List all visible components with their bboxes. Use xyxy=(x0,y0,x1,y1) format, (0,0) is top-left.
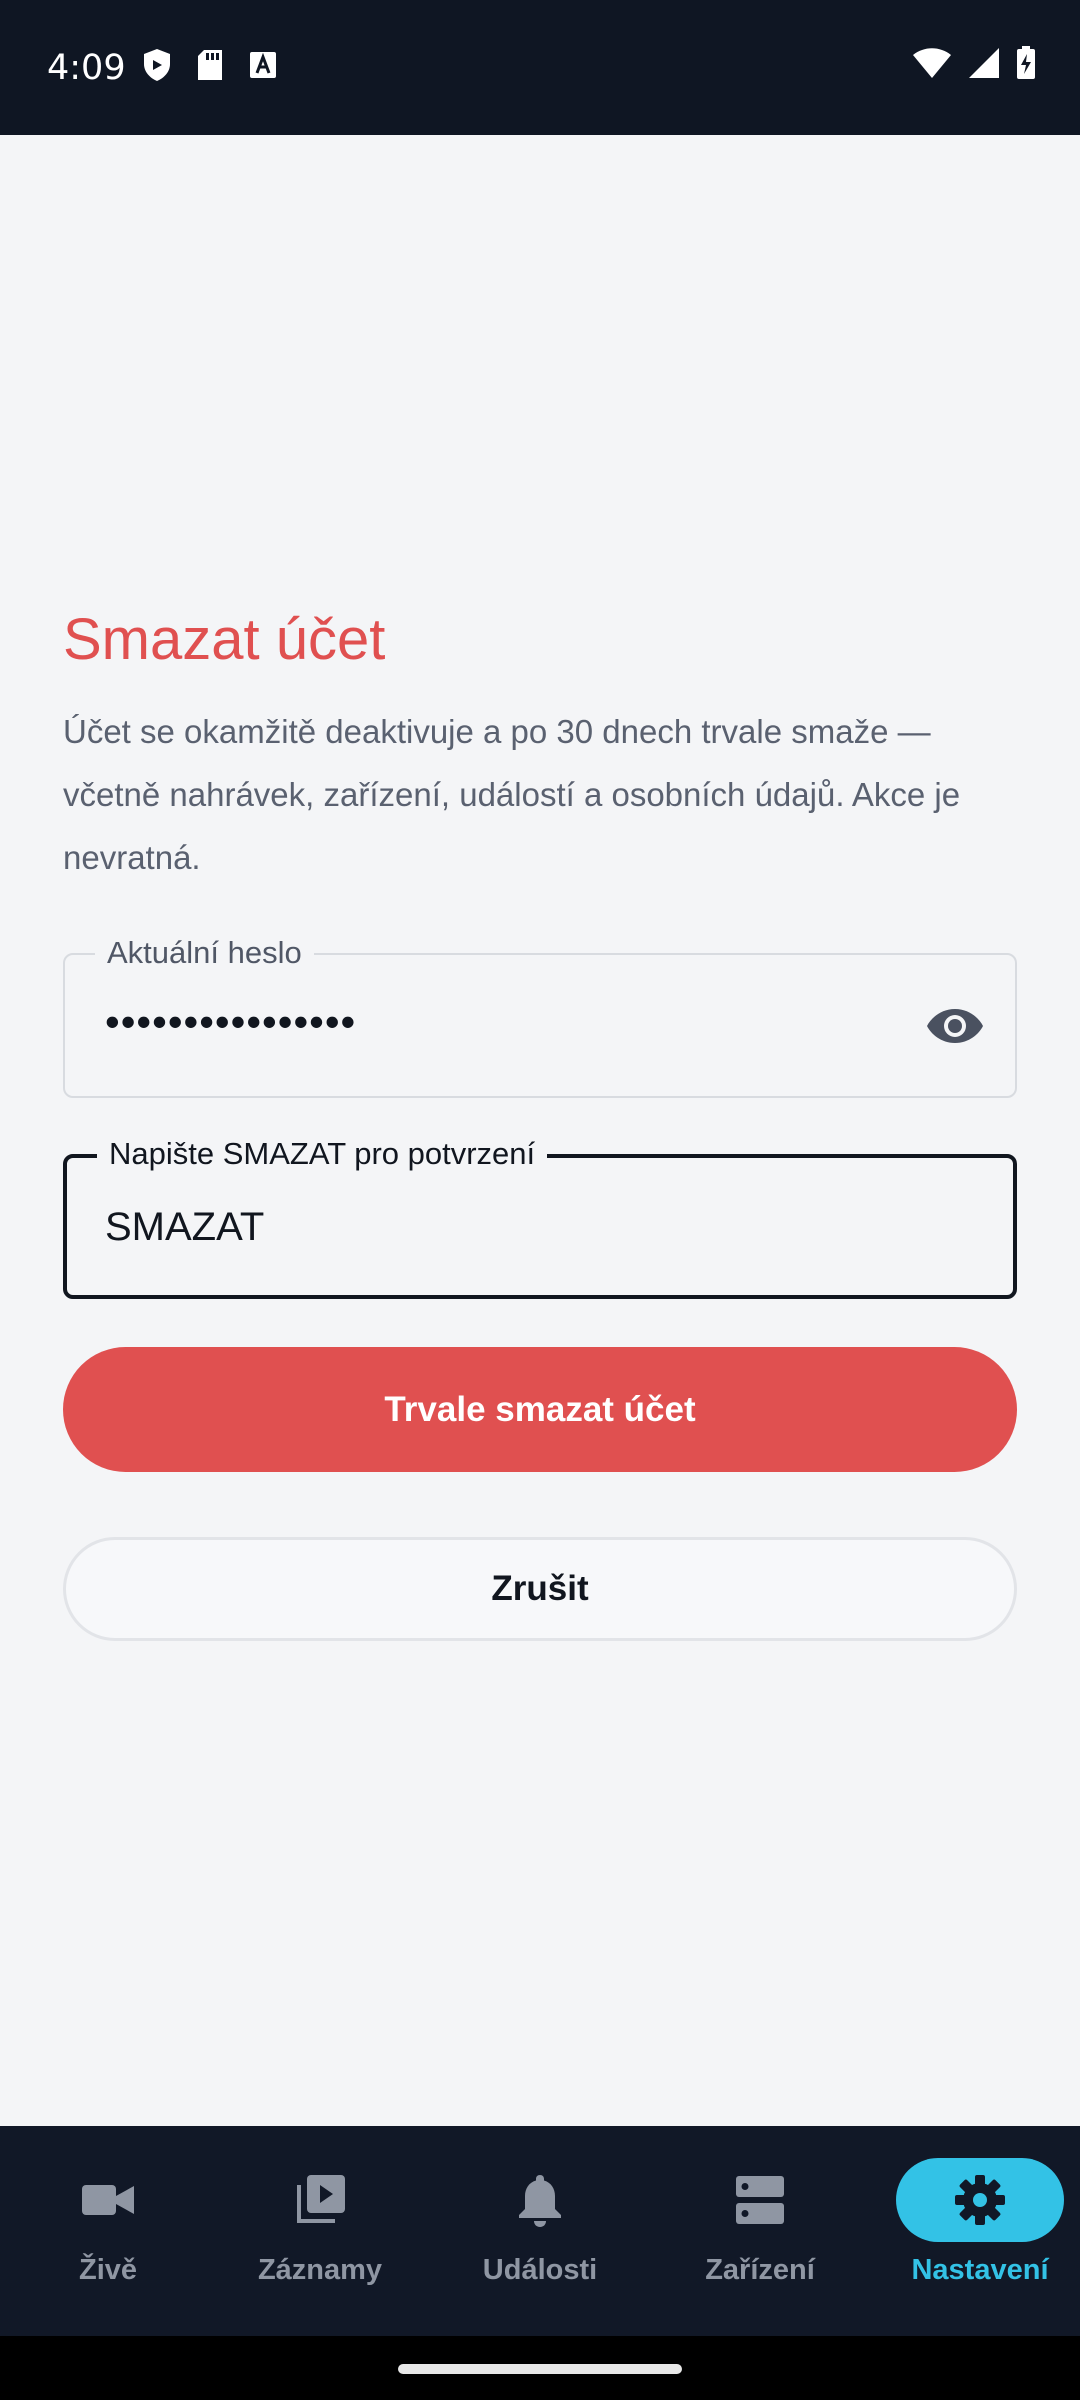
videocam-icon xyxy=(82,2185,134,2215)
status-left-icons xyxy=(142,48,278,82)
status-bar: 4:09 xyxy=(0,0,1080,135)
nav-item-live[interactable]: Živě xyxy=(0,2126,216,2336)
nav-item-recordings[interactable]: Záznamy xyxy=(212,2126,428,2336)
battery-charging-icon xyxy=(1017,46,1035,79)
sd-card-icon xyxy=(198,50,222,80)
password-field[interactable]: Aktuální heslo •••••••••••••••• xyxy=(63,933,1017,1098)
nav-label-live: Živě xyxy=(78,2254,138,2286)
font-download-icon xyxy=(250,52,276,78)
page-description: Účet se okamžitě deaktivuje a po 30 dnec… xyxy=(63,713,961,876)
wifi-icon xyxy=(913,48,951,78)
bell-icon xyxy=(519,2175,561,2227)
password-field-label: Aktuální heslo xyxy=(95,933,314,973)
nav-label-recordings: Záznamy xyxy=(257,2254,383,2286)
cancel-button[interactable]: Zrušit xyxy=(63,1537,1017,1641)
nav-active-indicator xyxy=(896,2158,1064,2242)
status-time: 4:09 xyxy=(47,48,126,88)
nav-label-devices: Zařízení xyxy=(705,2254,815,2286)
gear-icon xyxy=(955,2175,1005,2225)
storage-icon xyxy=(736,2176,784,2224)
nav-label-settings: Nastavení xyxy=(911,2254,1049,2286)
shield-icon xyxy=(144,49,170,81)
password-field-value[interactable]: •••••••••••••••• xyxy=(105,997,356,1047)
eye-icon[interactable] xyxy=(925,1001,985,1051)
status-right-icons xyxy=(912,46,1036,80)
delete-account-section: Smazat účet Účet se okamžitě deaktivuje … xyxy=(63,600,1017,889)
home-gesture-bar[interactable] xyxy=(398,2364,682,2374)
gesture-area xyxy=(0,2336,1080,2400)
confirm-field-label: Napište SMAZAT pro potvrzení xyxy=(97,1134,548,1174)
bottom-nav: Živě Záznamy Události Zařízení Nastavení xyxy=(0,2126,1080,2336)
confirm-field-value[interactable]: SMAZAT xyxy=(105,1202,264,1252)
cell-signal-icon xyxy=(969,48,999,78)
video-library-icon xyxy=(297,2175,345,2223)
nav-label-events: Události xyxy=(482,2254,598,2286)
delete-account-button[interactable]: Trvale smazat účet xyxy=(63,1347,1017,1472)
confirm-field[interactable]: Napište SMAZAT pro potvrzení SMAZAT xyxy=(63,1134,1017,1299)
page-title: Smazat účet xyxy=(63,607,386,672)
nav-item-settings[interactable]: Nastavení xyxy=(872,2126,1080,2336)
nav-item-devices[interactable]: Zařízení xyxy=(652,2126,868,2336)
nav-item-events[interactable]: Události xyxy=(432,2126,648,2336)
